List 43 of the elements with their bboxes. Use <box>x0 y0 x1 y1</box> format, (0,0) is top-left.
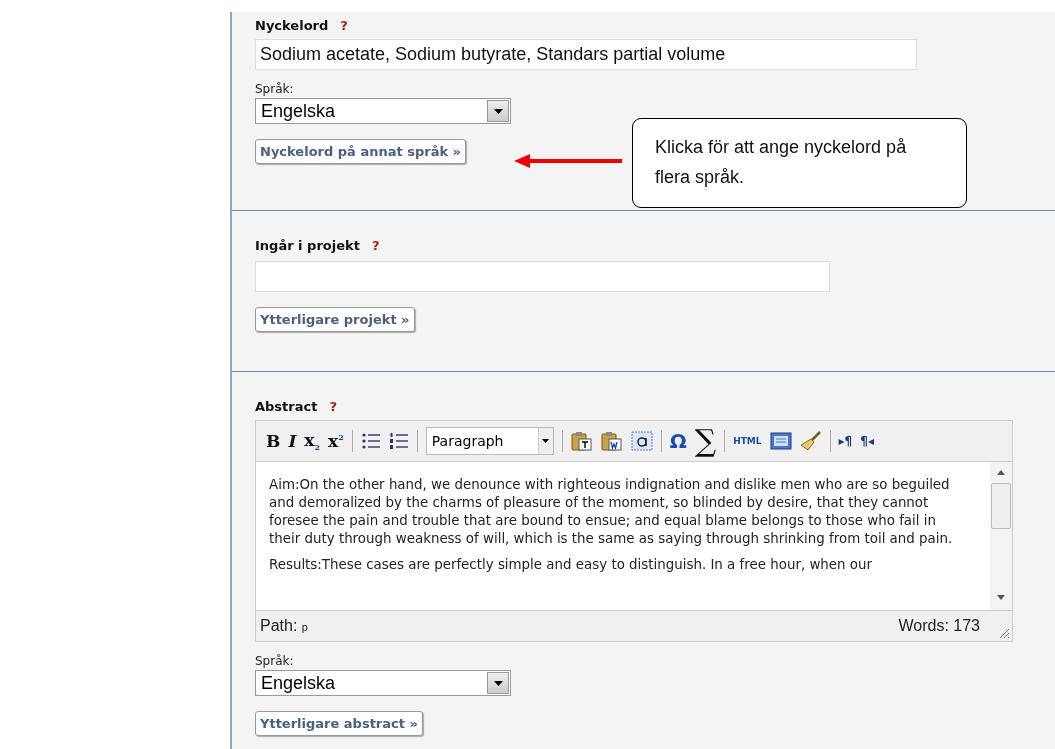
broom-icon[interactable] <box>799 431 822 451</box>
help-link[interactable]: ? <box>371 238 380 253</box>
language-dropdown[interactable]: Engelska <box>255 670 511 696</box>
project-field[interactable] <box>255 261 830 292</box>
help-link[interactable]: ? <box>340 18 348 33</box>
format-button[interactable]: x$_{2}$ <box>304 429 321 453</box>
bullet-list-icon[interactable] <box>360 432 381 450</box>
format-button[interactable]: B <box>266 431 281 451</box>
language-label: Språk: <box>255 82 295 96</box>
path-element[interactable]: p <box>301 621 308 633</box>
field-label: Abstract <box>255 399 318 414</box>
scrollbar[interactable] <box>990 462 1012 610</box>
numbered-list-icon[interactable] <box>388 432 409 450</box>
keyword-field[interactable]: Sodium acetate, Sodium butyrate, Standars partial volume <box>255 39 917 70</box>
paragraph: Results:These cases are perfectly simple and easy to distinguish. In a free hour, when our <box>269 556 874 574</box>
format-dropdown[interactable]: Paragraph <box>425 427 554 455</box>
path-label: Path: <box>260 617 298 634</box>
select-all-icon[interactable] <box>630 431 653 451</box>
format-button[interactable]: HTML <box>733 436 762 446</box>
format-button[interactable]: x$^{2}$ <box>328 431 344 451</box>
help-link[interactable]: ? <box>329 399 337 414</box>
add-more-button[interactable]: Nyckelord på annat språk » <box>255 139 466 164</box>
resize-handle-icon[interactable] <box>998 627 1010 639</box>
template-icon[interactable] <box>769 431 792 451</box>
format-button[interactable]: I <box>288 431 297 451</box>
field-label: Nyckelord <box>255 18 329 33</box>
scroll-up-icon[interactable] <box>997 470 1005 475</box>
language-dropdown[interactable]: Engelska <box>255 98 511 124</box>
clipboard-icon[interactable] <box>600 431 623 451</box>
clipboard-icon[interactable] <box>570 431 593 451</box>
format-button[interactable]: ¶◂ <box>860 434 874 448</box>
language-label: Språk: <box>255 654 295 668</box>
add-more-button[interactable]: Ytterligare projekt » <box>255 307 415 332</box>
editor-content[interactable] <box>256 462 1012 610</box>
format-button[interactable]: Ω <box>669 429 687 453</box>
format-button[interactable]: ∑ <box>694 426 717 456</box>
format-button[interactable]: ▸¶ <box>838 434 853 448</box>
add-more-button[interactable]: Ytterligare abstract » <box>255 711 423 736</box>
paragraph: Aim:On the other hand, we denounce with righteous indignation and dislike men who are so beguiled and demoralized by the charms of pleasure of the moment, so blinded by desire, that they cannot foresee the pain and trouble that are bound to ensue; and equal blame belongs to those who fail in their duty through weakness of will, which is the same as saying through shrinking from toil and pain. <box>269 476 954 548</box>
scroll-down-icon[interactable] <box>997 595 1005 600</box>
field-label: Ingår i projekt <box>255 238 360 253</box>
word-count: Words: 173 <box>898 617 980 635</box>
callout: Klicka för att ange nyckelord på flera språk. <box>632 118 967 208</box>
